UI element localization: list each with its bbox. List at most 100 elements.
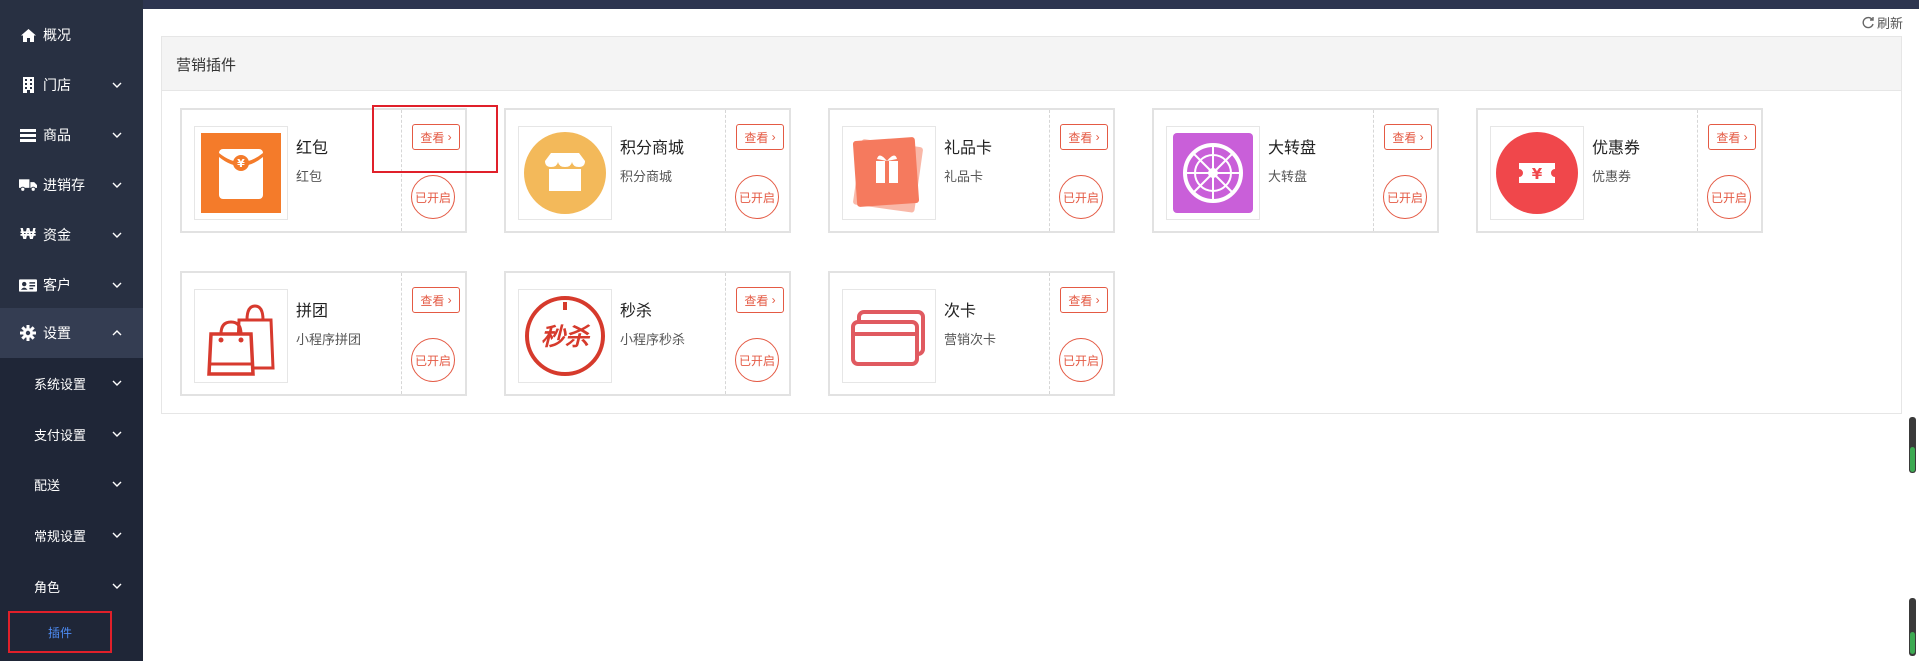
submenu-item-roles[interactable]: 角色 — [0, 561, 143, 611]
view-button[interactable]: 查看 › — [736, 287, 784, 313]
view-button[interactable]: 查看 › — [736, 124, 784, 150]
submenu-item-label: 支付设置 — [34, 427, 87, 443]
plugin-name: 次卡 — [944, 303, 977, 320]
refresh-button[interactable]: 刷新 — [1862, 13, 1903, 32]
plugin-desc: 优惠券 — [1592, 169, 1632, 184]
sidebar-item-overview[interactable]: 概况 — [0, 10, 143, 60]
status-badge[interactable]: 已开启 — [735, 338, 779, 382]
view-label: 查看 — [1392, 130, 1417, 145]
status-badge[interactable]: 已开启 — [735, 175, 779, 219]
plugin-name: 大转盘 — [1268, 140, 1317, 157]
status-badge[interactable]: 已开启 — [411, 338, 455, 382]
home-icon — [19, 26, 37, 44]
view-label: 查看 — [744, 130, 769, 145]
submenu-item-general-settings[interactable]: 常规设置 — [0, 510, 143, 560]
divider — [1049, 110, 1050, 231]
status-badge[interactable]: 已开启 — [1059, 175, 1103, 219]
refresh-label: 刷新 — [1877, 16, 1904, 31]
scrollbar-indicator — [1910, 447, 1915, 472]
plugin-desc: 小程序秒杀 — [620, 332, 686, 347]
chevron-down-icon — [112, 583, 122, 589]
sidebar-item-label: 设置 — [43, 325, 71, 341]
scrollbar-indicator — [1910, 632, 1915, 654]
sidebar-item-products[interactable]: 商品 — [0, 110, 143, 160]
submenu-item-label: 配送 — [34, 477, 61, 493]
plugin-card-punch-card: 次卡 营销次卡 查看 › 已开启 — [828, 271, 1115, 396]
chevron-right-icon: › — [768, 293, 776, 307]
chevron-right-icon: › — [1740, 130, 1748, 144]
red-envelope-icon: ¥ — [194, 126, 288, 220]
plugin-card-lucky-wheel: 大转盘 大转盘 查看 › 已开启 — [1152, 108, 1439, 233]
coupon-icon: ¥ — [1490, 126, 1584, 220]
id-card-icon — [19, 276, 37, 294]
plugin-desc: 大转盘 — [1268, 169, 1308, 184]
view-button[interactable]: 查看 › — [1060, 287, 1108, 313]
sidebar-item-label: 进销存 — [43, 177, 85, 193]
gift-card-icon — [842, 126, 936, 220]
view-label: 查看 — [1716, 130, 1741, 145]
sidebar-item-funds[interactable]: ₩ 资金 — [0, 210, 143, 260]
plugin-card-flash-sale: 秒杀 秒杀 小程序秒杀 查看 › 已开启 — [504, 271, 791, 396]
chevron-up-icon — [112, 330, 122, 336]
truck-icon — [19, 176, 37, 194]
view-button[interactable]: 查看 › — [1384, 124, 1432, 150]
plugin-name: 红包 — [296, 140, 329, 157]
divider — [1049, 273, 1050, 394]
divider — [725, 273, 726, 394]
submenu-item-delivery[interactable]: 配送 — [0, 459, 143, 509]
sidebar-item-store[interactable]: 门店 — [0, 60, 143, 110]
card-icon — [842, 289, 936, 383]
won-icon: ₩ — [20, 226, 36, 243]
sidebar-item-plugins[interactable]: 插件 — [8, 611, 112, 653]
plugin-card-points-mall: 积分商城 积分商城 查看 › 已开启 — [504, 108, 791, 233]
building-icon — [19, 76, 37, 94]
plugin-desc: 营销次卡 — [944, 332, 997, 347]
sidebar-item-label: 门店 — [43, 77, 71, 93]
chevron-down-icon — [112, 481, 122, 487]
submenu-item-label: 系统设置 — [34, 376, 87, 392]
divider — [1697, 110, 1698, 231]
chevron-down-icon — [112, 132, 122, 138]
submenu-item-payment-settings[interactable]: 支付设置 — [0, 409, 143, 459]
view-button[interactable]: 查看 › — [412, 287, 460, 313]
status-badge[interactable]: 已开启 — [1383, 175, 1427, 219]
svg-text:¥: ¥ — [237, 157, 245, 170]
panel-title: 营销插件 — [176, 57, 237, 74]
submenu-item-label: 常规设置 — [34, 528, 87, 544]
status-badge[interactable]: 已开启 — [1707, 175, 1751, 219]
view-button[interactable]: 查看 › — [1060, 124, 1108, 150]
sidebar-item-settings[interactable]: 设置 — [0, 308, 143, 358]
view-label: 查看 — [1068, 130, 1093, 145]
refresh-icon — [1862, 16, 1874, 29]
plugin-desc: 积分商城 — [620, 169, 673, 184]
chevron-down-icon — [112, 82, 122, 88]
sidebar-item-label: 客户 — [43, 277, 71, 293]
chevron-down-icon — [112, 282, 122, 288]
view-label: 查看 — [744, 293, 769, 308]
chevron-right-icon: › — [1092, 130, 1100, 144]
plugin-card-group-buy: 拼团 小程序拼团 查看 › 已开启 — [180, 271, 467, 396]
view-label: 查看 — [420, 293, 445, 308]
chevron-down-icon — [112, 182, 122, 188]
chevron-right-icon: › — [1416, 130, 1424, 144]
shopping-bag-icon — [194, 289, 288, 383]
list-icon — [19, 126, 37, 144]
view-button[interactable]: 查看 › — [1708, 124, 1756, 150]
plugin-desc: 红包 — [296, 169, 323, 184]
annotation-highlight-box — [372, 105, 498, 173]
gear-icon — [19, 324, 37, 342]
store-icon — [518, 126, 612, 220]
submenu-item-system-settings[interactable]: 系统设置 — [0, 358, 143, 408]
status-badge[interactable]: 已开启 — [411, 175, 455, 219]
flash-sale-icon-text: 秒杀 — [541, 323, 591, 351]
chevron-down-icon — [112, 532, 122, 538]
plugin-name: 优惠券 — [1592, 140, 1641, 157]
sidebar-item-customers[interactable]: 客户 — [0, 260, 143, 310]
svg-text:¥: ¥ — [1532, 165, 1543, 183]
status-badge[interactable]: 已开启 — [1059, 338, 1103, 382]
divider — [401, 273, 402, 394]
sidebar-item-inventory[interactable]: 进销存 — [0, 160, 143, 210]
flash-sale-icon: 秒杀 — [518, 289, 612, 383]
sidebar-item-label: 概况 — [43, 27, 71, 43]
chevron-right-icon: › — [444, 293, 452, 307]
